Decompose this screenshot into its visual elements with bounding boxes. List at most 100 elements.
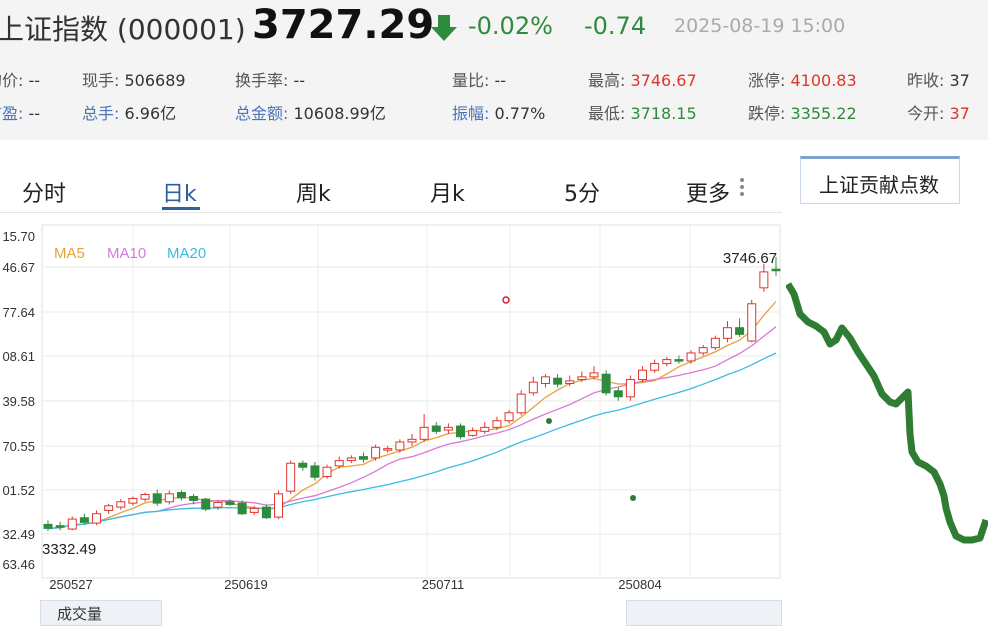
x-tick-label: 250804: [618, 577, 661, 592]
candle-body: [249, 507, 259, 513]
down-arrow-icon: [431, 15, 457, 41]
candle-body: [237, 502, 247, 515]
candle-body: [540, 376, 550, 385]
candle: [710, 335, 720, 351]
stat-limit-down-value: 3355.22: [790, 104, 857, 123]
event-marker-green: [630, 495, 636, 501]
y-tick-label: 63.46: [2, 557, 35, 572]
candle-body: [722, 327, 732, 339]
y-tick-label: 70.55: [2, 439, 35, 454]
volume-tab-label: 成交量: [57, 605, 103, 623]
candle-body: [747, 303, 757, 342]
candle-body: [771, 268, 781, 272]
candle-body: [67, 518, 77, 530]
stat-low-value: 3718.15: [630, 104, 697, 123]
volume-tab[interactable]: 成交量: [40, 600, 162, 626]
stat-amplitude: 振幅: 0.77%: [452, 100, 545, 124]
stat-open-value: 37: [949, 104, 970, 123]
contribution-line: [786, 282, 988, 544]
tab-more[interactable]: 更多: [686, 176, 730, 208]
candle-body: [686, 352, 696, 362]
stat-total-vol: 总手: 6.96亿: [82, 100, 176, 124]
quote-datetime: 2025-08-19 15:00: [674, 15, 846, 37]
tab-daily-k[interactable]: 日k: [162, 176, 197, 208]
stat-prev-close-label: 昨收:: [907, 71, 945, 90]
tab-5min[interactable]: 5分: [564, 176, 600, 208]
candle-body: [625, 379, 635, 398]
period-tabs: 分时 日k 周k 月k 5分 更多: [0, 160, 782, 213]
candle-body: [492, 420, 502, 428]
stat-avg: 均价: --: [0, 67, 40, 91]
candle-body: [565, 380, 575, 385]
legend-ma20: MA20: [167, 245, 206, 262]
candle: [601, 370, 611, 396]
candle-body: [528, 381, 538, 394]
event-marker-red: [502, 296, 510, 304]
candle-body: [662, 359, 672, 365]
stat-limit-up-value: 4100.83: [790, 71, 857, 90]
candle-body: [164, 493, 174, 503]
stat-amplitude-label: 振幅:: [452, 104, 490, 123]
candle-body: [419, 426, 429, 440]
stat-prev-close: 昨收: 37: [907, 67, 970, 91]
candle-body: [92, 513, 102, 524]
candle-body: [710, 337, 720, 349]
tab-intraday[interactable]: 分时: [22, 176, 66, 208]
stat-prev-close-value: 37: [949, 71, 970, 90]
candle: [625, 375, 635, 401]
stat-turnover: 换手率: --: [235, 67, 305, 91]
candle-body: [116, 501, 126, 508]
y-tick-label: 08.61: [2, 349, 35, 364]
x-tick-label: 250619: [224, 577, 267, 592]
candle-body: [213, 501, 223, 508]
candle-body: [261, 506, 271, 519]
candle-body: [322, 466, 332, 478]
stat-pe-value: --: [28, 104, 41, 123]
index-name: 上证指数 (000001): [0, 13, 246, 46]
candle-body: [638, 369, 648, 381]
candle-body: [274, 493, 284, 518]
candle-body: [189, 495, 199, 501]
candle: [516, 390, 526, 416]
stat-turnover-value: --: [293, 71, 306, 90]
quote-header: 上证指数 (000001) 3727.29 -0.02% -0.74 2025-…: [0, 0, 988, 140]
stat-vol-ratio-label: 量比:: [452, 71, 490, 90]
y-tick-label: 15.70: [2, 229, 35, 244]
candle-body: [334, 460, 344, 467]
change-percent: -0.02%: [468, 12, 553, 40]
active-tab-underline: [162, 207, 200, 210]
candle: [286, 460, 296, 494]
candle-body: [298, 462, 308, 468]
candle-body: [468, 430, 478, 436]
candle-body: [443, 426, 453, 431]
stat-high-value: 3746.67: [630, 71, 697, 90]
candle-body: [383, 448, 393, 451]
stat-high: 最高: 3746.67: [588, 67, 697, 91]
tab-monthly-k[interactable]: 月k: [430, 176, 465, 208]
stat-limit-up-label: 涨停:: [748, 71, 786, 90]
index-price: 3727.29: [252, 2, 435, 48]
y-tick-label: 01.52: [2, 483, 35, 498]
stat-total-vol-label: 总手:: [82, 104, 120, 123]
candle-body: [152, 493, 162, 504]
candle-body: [310, 465, 320, 478]
candle: [201, 497, 211, 512]
stat-cur-vol: 现手: 506689: [82, 67, 186, 91]
stat-low: 最低: 3718.15: [588, 100, 697, 124]
stat-amplitude-value: 0.77%: [494, 104, 546, 123]
tab-weekly-k[interactable]: 周k: [296, 176, 331, 208]
side-tab-contribution[interactable]: 上证贡献点数: [800, 156, 960, 204]
stat-avg-value: --: [28, 71, 41, 90]
indicator-controls[interactable]: [626, 600, 782, 626]
more-dots-icon[interactable]: [740, 178, 744, 199]
stat-amount: 总金额: 10608.99亿: [235, 100, 386, 124]
kline-chart[interactable]: 15.70 46.67 77.64 08.61 39.58 70.55 01.52 32.49…: [0, 213, 786, 598]
stat-pe-label: 市盈:: [0, 104, 24, 123]
candle-body: [286, 462, 296, 492]
event-marker-green: [546, 418, 552, 424]
candle: [237, 500, 247, 516]
candle-body: [674, 359, 684, 362]
stat-cur-vol-label: 现手:: [82, 71, 120, 90]
stat-avg-label: 均价:: [0, 71, 24, 90]
stat-pe: 市盈: --: [0, 100, 40, 124]
